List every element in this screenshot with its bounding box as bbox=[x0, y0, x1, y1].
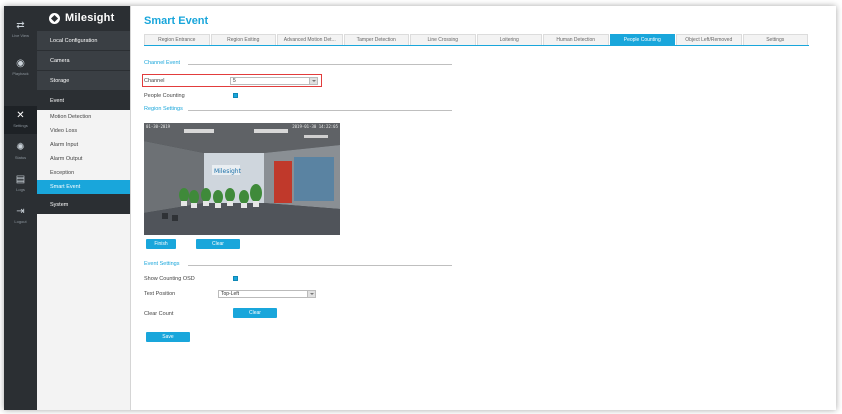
show-counting-osd-checkbox[interactable] bbox=[233, 276, 238, 281]
rail-live-view[interactable]: ⇄ Live View bbox=[4, 16, 37, 44]
region-settings-section-title: Region Settings bbox=[144, 106, 183, 112]
tab-bar: Region Entrance Region Exiting Advanced … bbox=[144, 34, 809, 46]
main-content: Smart Event Region Entrance Region Exiti… bbox=[132, 6, 836, 410]
settings-icon: ✕ bbox=[16, 110, 25, 121]
preview-overlay-left: 01-30-2019 bbox=[146, 124, 171, 129]
menu-video-loss[interactable]: Video Loss bbox=[37, 124, 130, 138]
tab-human-detection[interactable]: Human Detection bbox=[543, 34, 609, 45]
brand-name: Milesight bbox=[65, 12, 115, 24]
clear-count-button[interactable]: Clear bbox=[233, 308, 277, 318]
chevron-down-icon bbox=[309, 78, 317, 84]
svg-text:Milesight: Milesight bbox=[214, 168, 242, 175]
rail-logs[interactable]: ▤ Logs bbox=[4, 170, 37, 198]
show-counting-osd-label: Show Counting OSD bbox=[144, 276, 195, 282]
rail-status[interactable]: ✺ Status bbox=[4, 138, 37, 166]
rail-logout[interactable]: ⇥ Logout bbox=[4, 202, 37, 230]
tab-loitering[interactable]: Loitering bbox=[476, 34, 542, 45]
clear-count-label: Clear Count bbox=[144, 311, 174, 317]
menu-exception[interactable]: Exception bbox=[37, 166, 130, 180]
section-divider bbox=[188, 265, 452, 266]
text-position-value: Top-Left bbox=[221, 291, 240, 297]
tab-region-exiting[interactable]: Region Exiting bbox=[210, 34, 276, 45]
logout-icon: ⇥ bbox=[16, 206, 25, 217]
menu-storage[interactable]: Storage bbox=[37, 70, 130, 90]
camera-preview[interactable]: Milesight 01-30-2019 2019-01-30 14:22:05 bbox=[144, 123, 340, 235]
menu-alarm-output[interactable]: Alarm Output bbox=[37, 152, 130, 166]
channel-event-section-title: Channel Event bbox=[144, 60, 181, 66]
text-position-select[interactable]: Top-Left bbox=[218, 290, 316, 298]
menu-smart-event[interactable]: Smart Event bbox=[37, 180, 130, 194]
icon-rail: ⇄ Live View ◉ Playback ✕ Settings ✺ Stat… bbox=[4, 6, 37, 410]
section-divider bbox=[188, 110, 452, 111]
preview-overlay-right: 2019-01-30 14:22:05 bbox=[292, 124, 338, 129]
menu-event[interactable]: Event bbox=[37, 90, 130, 110]
playback-icon: ◉ bbox=[16, 58, 25, 69]
event-settings-section-title: Event Settings bbox=[144, 261, 180, 267]
clear-region-button[interactable]: Clear bbox=[196, 239, 240, 249]
channel-label: Channel bbox=[144, 78, 165, 84]
text-position-label: Text Position bbox=[144, 291, 176, 297]
rail-settings[interactable]: ✕ Settings bbox=[4, 106, 37, 134]
chevron-down-icon bbox=[307, 291, 315, 297]
tab-settings[interactable]: Settings bbox=[742, 34, 808, 45]
milesight-logo-icon bbox=[49, 12, 60, 24]
menu-motion-detection[interactable]: Motion Detection bbox=[37, 110, 130, 124]
camera-scene-image: Milesight bbox=[144, 123, 340, 235]
rail-playback[interactable]: ◉ Playback bbox=[4, 54, 37, 82]
people-counting-checkbox[interactable] bbox=[233, 93, 238, 98]
tab-advanced-motion-detection[interactable]: Advanced Motion Det... bbox=[277, 34, 343, 45]
channel-value: 5 bbox=[233, 78, 236, 84]
status-icon: ✺ bbox=[16, 142, 25, 153]
tab-line-crossing[interactable]: Line Crossing bbox=[410, 34, 476, 45]
menu-camera[interactable]: Camera bbox=[37, 50, 130, 70]
sidebar-menu: Milesight Local Configuration Camera Sto… bbox=[37, 6, 131, 410]
tab-people-counting[interactable]: People Counting bbox=[609, 34, 675, 45]
menu-system[interactable]: System bbox=[37, 194, 130, 214]
logs-icon: ▤ bbox=[15, 174, 26, 185]
section-divider bbox=[188, 64, 452, 65]
page-title: Smart Event bbox=[144, 15, 209, 27]
tab-region-entrance[interactable]: Region Entrance bbox=[144, 34, 210, 45]
menu-alarm-input[interactable]: Alarm Input bbox=[37, 138, 130, 152]
live-view-icon: ⇄ bbox=[16, 20, 25, 31]
menu-local-configuration[interactable]: Local Configuration bbox=[37, 30, 130, 50]
save-button[interactable]: Save bbox=[146, 332, 190, 342]
tab-object-left-removed[interactable]: Object Left/Removed bbox=[676, 34, 742, 45]
people-counting-label: People Counting bbox=[144, 93, 185, 99]
brand-bar: Milesight bbox=[37, 6, 130, 30]
app-window: ⇄ Live View ◉ Playback ✕ Settings ✺ Stat… bbox=[4, 6, 836, 410]
tab-tamper-detection[interactable]: Tamper Detection bbox=[343, 34, 409, 45]
finish-button[interactable]: Finish bbox=[146, 239, 176, 249]
channel-select[interactable]: 5 bbox=[230, 77, 318, 85]
